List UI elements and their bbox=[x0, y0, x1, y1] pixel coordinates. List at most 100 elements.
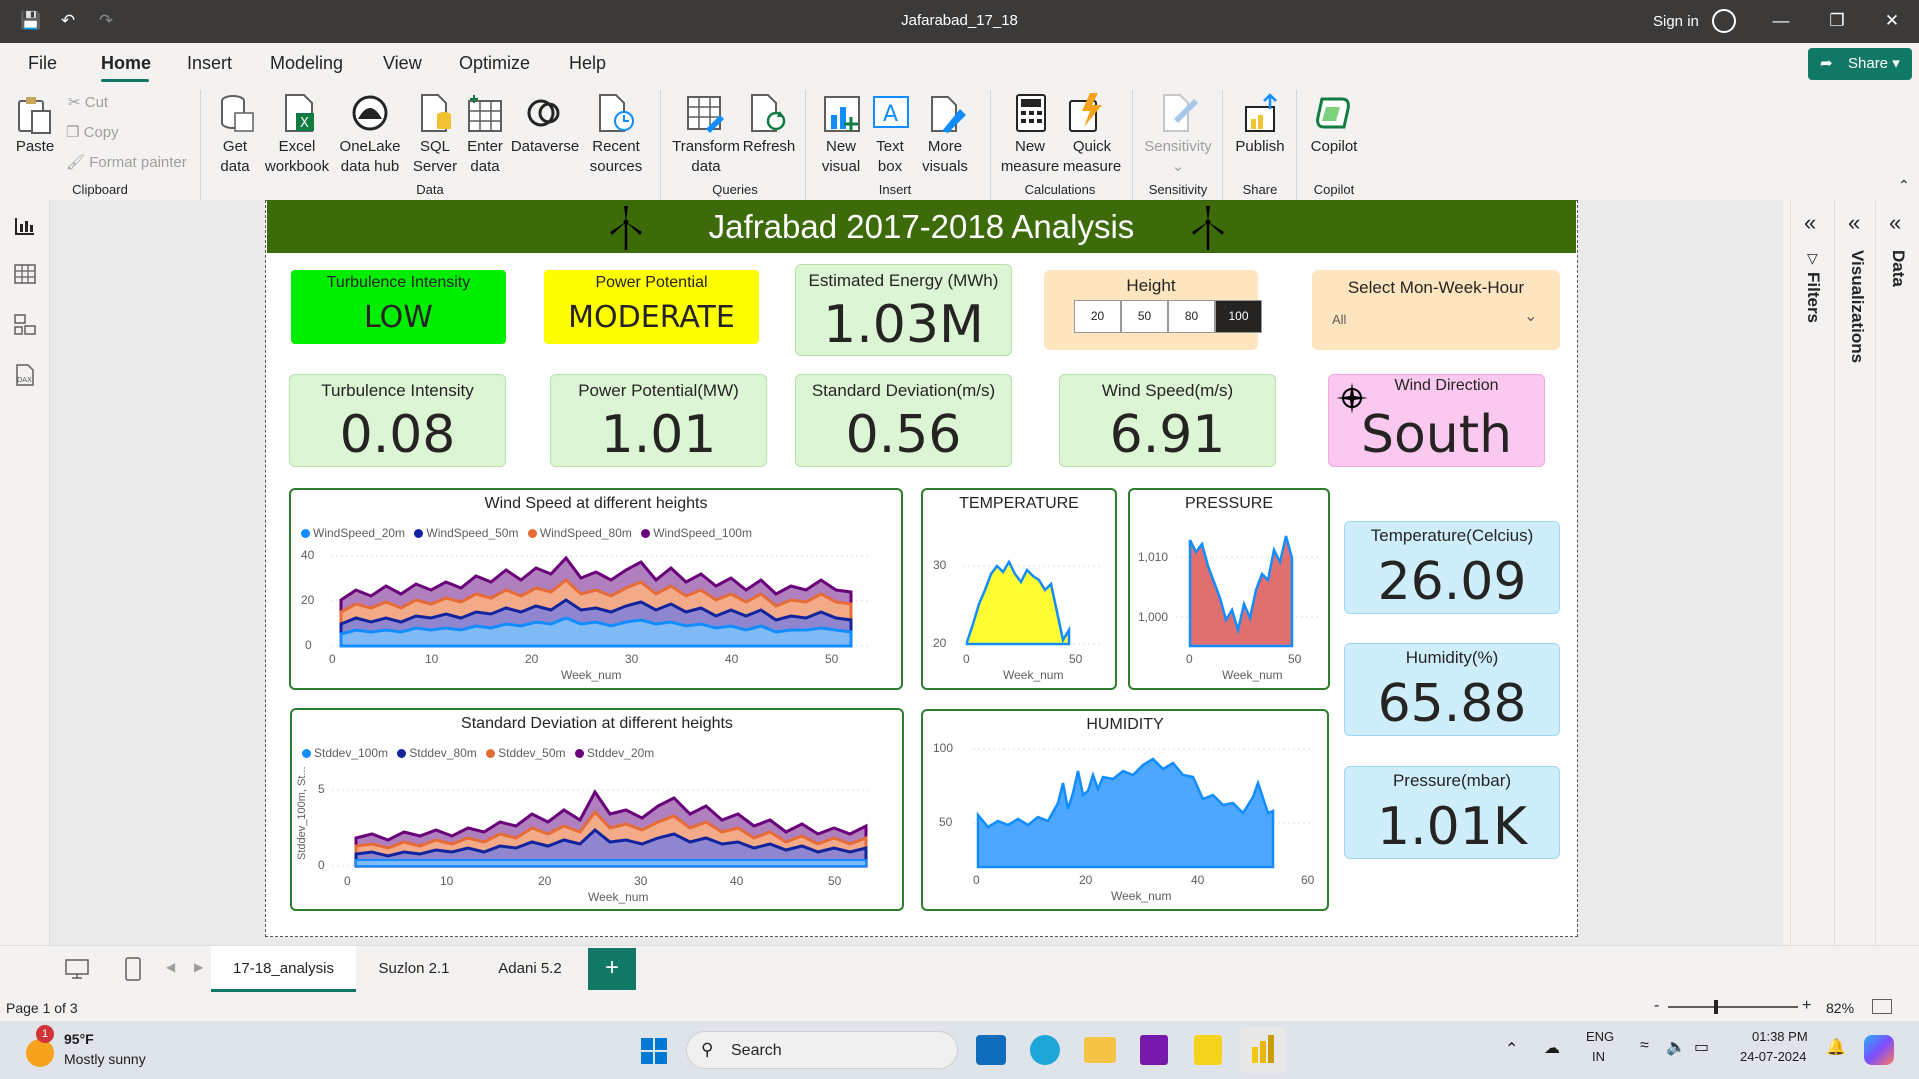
get-data-button[interactable]: Get data bbox=[210, 137, 260, 177]
clock-time[interactable]: 01:38 PM bbox=[1752, 1029, 1808, 1044]
publish-button[interactable]: Publish bbox=[1232, 137, 1288, 157]
height-option-80[interactable]: 80 bbox=[1168, 300, 1215, 333]
enter-data-button[interactable]: Enter data bbox=[462, 137, 508, 177]
dax-query-view-icon[interactable]: DAX bbox=[14, 364, 36, 386]
table-view-icon[interactable] bbox=[14, 264, 36, 284]
cut-button[interactable]: ✂ Cut bbox=[68, 93, 108, 113]
tab-scroll-left-icon[interactable]: ◀ bbox=[166, 960, 175, 974]
language-region[interactable]: IN bbox=[1592, 1049, 1605, 1064]
transform-data-button[interactable]: Transform data bbox=[668, 137, 744, 177]
menu-optimize[interactable]: Optimize bbox=[459, 53, 530, 74]
outlook-icon[interactable] bbox=[976, 1035, 1006, 1065]
onelake-icon bbox=[352, 95, 388, 131]
desktop-layout-icon[interactable] bbox=[64, 958, 90, 980]
recent-sources-button[interactable]: Recent sources bbox=[584, 137, 648, 177]
temperature-chart[interactable]: TEMPERATURE 30 20 0 50 Week_num bbox=[921, 488, 1117, 690]
battery-icon[interactable]: ▭ bbox=[1694, 1037, 1709, 1057]
new-measure-button[interactable]: New measure bbox=[998, 137, 1062, 177]
minimize-icon[interactable]: — bbox=[1770, 10, 1792, 32]
close-icon[interactable]: ✕ bbox=[1881, 10, 1903, 32]
menu-insert[interactable]: Insert bbox=[187, 53, 232, 74]
clock-date[interactable]: 24-07-2024 bbox=[1740, 1049, 1807, 1064]
height-option-50[interactable]: 50 bbox=[1121, 300, 1168, 333]
sign-in-link[interactable]: Sign in bbox=[1653, 13, 1699, 30]
report-view-icon[interactable] bbox=[14, 216, 36, 236]
mobile-layout-icon[interactable] bbox=[124, 956, 142, 982]
language-code[interactable]: ENG bbox=[1586, 1029, 1614, 1044]
fit-to-page-icon[interactable] bbox=[1872, 999, 1892, 1014]
period-dropdown-value[interactable]: All bbox=[1332, 312, 1346, 327]
sql-server-button[interactable]: SQL Server bbox=[410, 137, 460, 177]
copy-button[interactable]: ❐ Copy bbox=[66, 123, 119, 143]
filters-pane[interactable]: « ▽ Filters bbox=[1790, 200, 1834, 945]
cloud-icon[interactable]: ☁ bbox=[1544, 1038, 1560, 1058]
humidity-chart[interactable]: HUMIDITY 100 50 0 20 40 60 Week_num bbox=[921, 709, 1329, 911]
restore-icon[interactable]: ❐ bbox=[1826, 10, 1848, 32]
tab-suzlon[interactable]: Suzlon 2.1 bbox=[358, 946, 470, 992]
model-view-icon[interactable] bbox=[14, 314, 36, 336]
menu-help[interactable]: Help bbox=[569, 53, 606, 74]
x-tick: 50 bbox=[828, 874, 842, 888]
insert-group-label: Insert bbox=[878, 182, 912, 197]
visualizations-pane[interactable]: « Visualizations bbox=[1834, 200, 1878, 945]
clipboard-group-label: Clipboard bbox=[72, 182, 128, 197]
expand-visualizations-icon[interactable]: « bbox=[1848, 210, 1860, 236]
excel-workbook-button[interactable]: Excel workbook bbox=[262, 137, 332, 177]
more-visuals-button[interactable]: More visuals bbox=[915, 137, 975, 177]
copilot-taskbar-icon[interactable] bbox=[1864, 1035, 1894, 1065]
windows-start-icon[interactable] bbox=[640, 1037, 668, 1065]
notification-badge: 1 bbox=[36, 1025, 54, 1043]
menu-view[interactable]: View bbox=[383, 53, 422, 74]
height-option-20[interactable]: 20 bbox=[1074, 300, 1121, 333]
x-tick: 0 bbox=[329, 652, 336, 666]
expand-filters-icon[interactable]: « bbox=[1804, 210, 1816, 236]
paste-button[interactable]: Paste bbox=[14, 137, 56, 157]
add-page-button[interactable]: + bbox=[588, 948, 636, 990]
weather-icon[interactable] bbox=[26, 1039, 54, 1067]
y-tick: 0 bbox=[318, 858, 325, 872]
zoom-slider-thumb[interactable] bbox=[1714, 1000, 1718, 1014]
show-hidden-icons[interactable]: ⌃ bbox=[1505, 1039, 1518, 1059]
expand-data-icon[interactable]: « bbox=[1889, 210, 1901, 236]
wifi-icon[interactable]: ≈ bbox=[1640, 1037, 1649, 1055]
tab-scroll-right-icon[interactable]: ▶ bbox=[194, 960, 203, 974]
dataverse-button[interactable]: Dataverse bbox=[510, 137, 580, 157]
pressure-chart[interactable]: PRESSURE 1,010 1,000 0 50 Week_num bbox=[1128, 488, 1330, 690]
sticky-notes-icon[interactable] bbox=[1194, 1035, 1222, 1065]
quick-measure-button[interactable]: Quick measure bbox=[1060, 137, 1124, 177]
share-button[interactable]: ➦ Share ▾ bbox=[1808, 48, 1912, 80]
zoom-out-icon[interactable]: - bbox=[1654, 997, 1659, 1015]
weather-temp[interactable]: 95°F bbox=[64, 1031, 94, 1047]
refresh-button[interactable]: Refresh bbox=[740, 137, 798, 157]
copilot-button[interactable]: Copilot bbox=[1304, 137, 1364, 157]
chevron-down-icon[interactable]: ⌄ bbox=[1524, 306, 1537, 326]
tab-17-18-analysis[interactable]: 17-18_analysis bbox=[211, 946, 356, 992]
wind-speed-chart[interactable]: Wind Speed at different heights WindSpee… bbox=[289, 488, 903, 690]
volume-icon[interactable]: 🔈 bbox=[1666, 1037, 1686, 1057]
weather-desc[interactable]: Mostly sunny bbox=[64, 1051, 146, 1067]
collapse-ribbon-icon[interactable]: ⌃ bbox=[1898, 177, 1910, 194]
onelake-data-hub-button[interactable]: OneLake data hub bbox=[333, 137, 407, 177]
menu-file[interactable]: File bbox=[28, 53, 57, 74]
account-icon[interactable] bbox=[1712, 9, 1736, 33]
height-option-100-selected[interactable]: 100 bbox=[1215, 300, 1262, 333]
notifications-bell-icon[interactable]: 🔔 bbox=[1826, 1037, 1846, 1057]
filters-label: Filters bbox=[1804, 272, 1823, 324]
taskbar-search[interactable]: ⚲ Search bbox=[686, 1031, 958, 1069]
format-painter-button[interactable]: 🖌 Format painter bbox=[66, 153, 187, 173]
edge-icon[interactable] bbox=[1030, 1035, 1060, 1065]
svg-text:DAX: DAX bbox=[17, 376, 32, 384]
onenote-icon[interactable] bbox=[1140, 1035, 1168, 1065]
tab-adani[interactable]: Adani 5.2 bbox=[472, 946, 588, 992]
data-pane[interactable]: « Data bbox=[1875, 200, 1919, 945]
powerbi-taskbar-item[interactable] bbox=[1240, 1027, 1286, 1073]
menu-home[interactable]: Home bbox=[101, 53, 151, 74]
menu-modeling[interactable]: Modeling bbox=[270, 53, 343, 74]
sensitivity-button[interactable]: Sensitivity ⌄ bbox=[1140, 137, 1216, 177]
new-visual-button[interactable]: New visual bbox=[816, 137, 866, 177]
text-box-button[interactable]: Text box bbox=[870, 137, 910, 177]
zoom-in-icon[interactable]: + bbox=[1802, 997, 1811, 1015]
stddev-chart[interactable]: Standard Deviation at different heights … bbox=[290, 708, 904, 911]
zoom-slider[interactable] bbox=[1668, 1006, 1798, 1008]
file-explorer-icon[interactable] bbox=[1084, 1037, 1116, 1063]
